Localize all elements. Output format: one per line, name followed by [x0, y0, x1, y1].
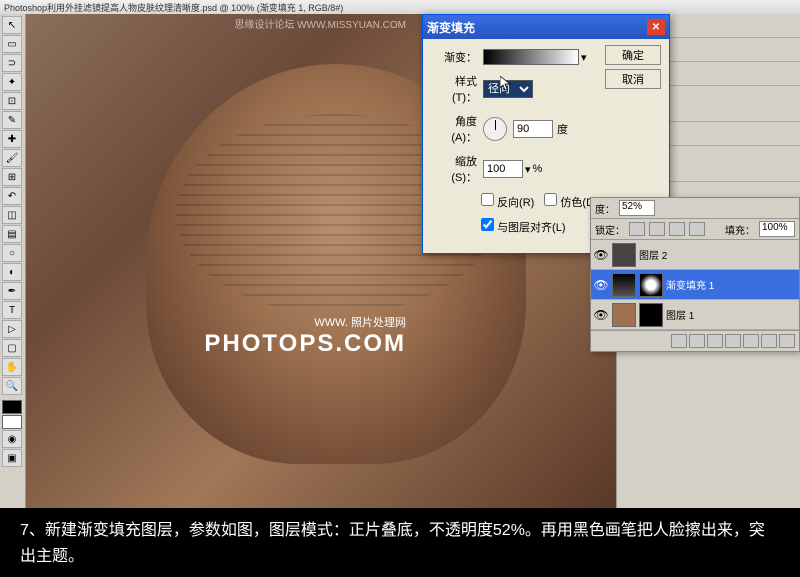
type-tool[interactable]: T — [2, 301, 22, 319]
watermark-bottom: WWW. 照片处理网 PHOTOPS.COM — [204, 314, 406, 358]
cancel-button[interactable]: 取消 — [605, 69, 661, 89]
layer-fx-icon[interactable] — [689, 334, 705, 348]
dodge-tool[interactable]: ◐ — [2, 263, 22, 281]
path-tool[interactable]: ▷ — [2, 320, 22, 338]
reverse-checkbox[interactable]: 反向(R) — [481, 193, 534, 210]
fill-value[interactable]: 100% — [759, 221, 795, 237]
layer-name[interactable]: 图层 2 — [639, 247, 667, 262]
align-checkbox[interactable]: 与图层对齐(L) — [481, 218, 566, 235]
foreground-color[interactable] — [2, 400, 22, 414]
window-titlebar: Photoshop利用外挂滤镜提高人物皮肤纹理清晰度.psd @ 100% (渐… — [0, 0, 800, 14]
layer-thumbnail[interactable] — [612, 303, 636, 327]
lock-transparent-icon[interactable] — [629, 222, 645, 236]
opacity-value[interactable]: 52% — [619, 200, 655, 216]
layer-thumbnail[interactable] — [612, 273, 636, 297]
marquee-tool[interactable]: ▭ — [2, 35, 22, 53]
tutorial-caption: 7、新建渐变填充图层，参数如图，图层模式：正片叠底，不透明度52%。再用黑色画笔… — [0, 508, 800, 577]
opacity-label: 度： — [595, 201, 615, 216]
style-label: 样式(T)： — [431, 73, 477, 105]
gradient-tool[interactable]: ▤ — [2, 225, 22, 243]
lock-image-icon[interactable] — [649, 222, 665, 236]
document-title: Photoshop利用外挂滤镜提高人物皮肤纹理清晰度.psd @ 100% (渐… — [4, 3, 343, 13]
chevron-down-icon[interactable]: ▾ — [581, 51, 587, 64]
zoom-tool[interactable]: 🔍 — [2, 377, 22, 395]
scale-label: 缩放(S)： — [431, 153, 477, 185]
layer-mask-thumbnail[interactable] — [639, 273, 663, 297]
angle-label: 角度(A)： — [431, 113, 477, 145]
adjustment-layer-icon[interactable] — [725, 334, 741, 348]
gradient-label: 渐变： — [431, 49, 477, 65]
delete-layer-icon[interactable] — [779, 334, 795, 348]
visibility-icon[interactable]: 👁 — [593, 248, 609, 262]
lock-position-icon[interactable] — [669, 222, 685, 236]
pen-tool[interactable]: ✒ — [2, 282, 22, 300]
cursor-icon — [500, 76, 516, 92]
close-icon[interactable]: ✕ — [647, 19, 665, 35]
quickmask-tool[interactable]: ◉ — [2, 430, 22, 448]
layer-group-icon[interactable] — [743, 334, 759, 348]
stamp-tool[interactable]: ⊞ — [2, 168, 22, 186]
angle-input[interactable] — [513, 120, 553, 138]
layer-name[interactable]: 图层 1 — [666, 307, 694, 322]
screenmode-tool[interactable]: ▣ — [2, 449, 22, 467]
eyedropper-tool[interactable]: ✎ — [2, 111, 22, 129]
history-brush-tool[interactable]: ↶ — [2, 187, 22, 205]
gradient-preview[interactable] — [483, 49, 579, 65]
scale-input[interactable] — [483, 160, 523, 178]
brush-tool[interactable]: 🖌 — [2, 149, 22, 167]
healing-tool[interactable]: ✚ — [2, 130, 22, 148]
tools-panel: ↖ ▭ ⊃ ✦ ⊡ ✎ ✚ 🖌 ⊞ ↶ ◫ ▤ ○ ◐ ✒ T ▷ ▢ ✋ 🔍 … — [0, 14, 26, 508]
lasso-tool[interactable]: ⊃ — [2, 54, 22, 72]
layer-mask-icon[interactable] — [707, 334, 723, 348]
link-layers-icon[interactable] — [671, 334, 687, 348]
layer-name[interactable]: 渐变填充 1 — [666, 277, 714, 292]
visibility-icon[interactable]: 👁 — [593, 278, 609, 292]
layer-row[interactable]: 👁 渐变填充 1 — [591, 270, 799, 300]
crop-tool[interactable]: ⊡ — [2, 92, 22, 110]
lock-label: 锁定： — [595, 222, 625, 237]
layer-row[interactable]: 👁 图层 1 — [591, 300, 799, 330]
ok-button[interactable]: 确定 — [605, 45, 661, 65]
watermark-top: 思缘设计论坛 WWW.MISSYUAN.COM — [234, 16, 406, 31]
hand-tool[interactable]: ✋ — [2, 358, 22, 376]
dialog-titlebar[interactable]: 渐变填充 ✕ — [423, 15, 669, 39]
blur-tool[interactable]: ○ — [2, 244, 22, 262]
chevron-down-icon[interactable]: ▾ — [525, 163, 531, 176]
lock-all-icon[interactable] — [689, 222, 705, 236]
new-layer-icon[interactable] — [761, 334, 777, 348]
layer-mask-thumbnail[interactable] — [639, 303, 663, 327]
visibility-icon[interactable]: 👁 — [593, 308, 609, 322]
layer-thumbnail[interactable] — [612, 243, 636, 267]
background-color[interactable] — [2, 415, 22, 429]
angle-dial-icon[interactable] — [483, 117, 507, 141]
eraser-tool[interactable]: ◫ — [2, 206, 22, 224]
scale-unit: % — [533, 163, 543, 175]
angle-unit: 度 — [557, 121, 568, 137]
shape-tool[interactable]: ▢ — [2, 339, 22, 357]
wand-tool[interactable]: ✦ — [2, 73, 22, 91]
fill-label: 填充： — [725, 222, 755, 237]
layer-row[interactable]: 👁 图层 2 — [591, 240, 799, 270]
dialog-title: 渐变填充 — [427, 19, 475, 36]
layers-panel: 度： 52% 锁定： 填充： 100% 👁 图层 2 👁 渐变填充 1 👁 图层… — [590, 197, 800, 352]
move-tool[interactable]: ↖ — [2, 16, 22, 34]
